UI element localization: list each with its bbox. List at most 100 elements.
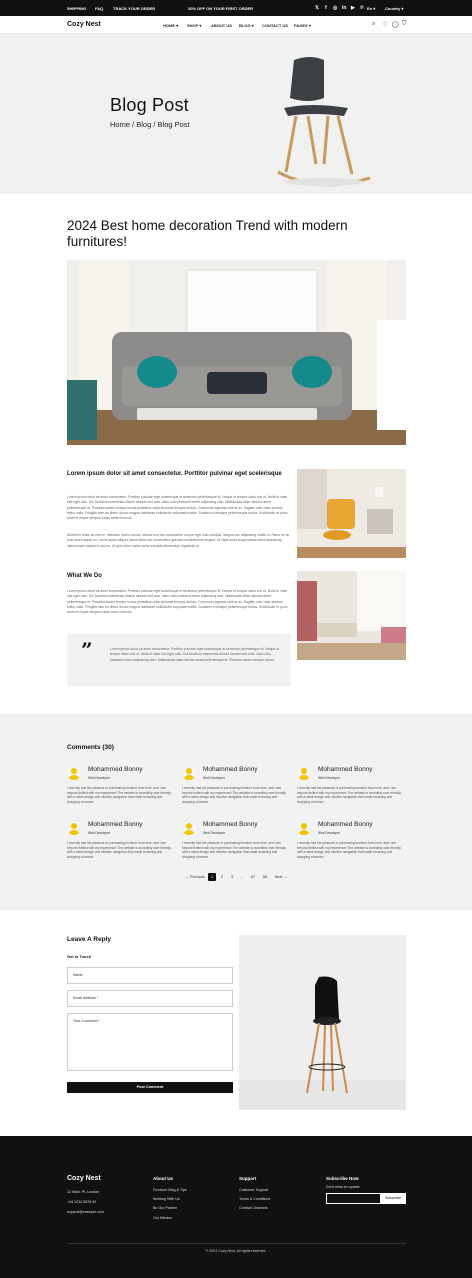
subscribe-button[interactable]: Subscribe xyxy=(380,1193,406,1204)
quote-text: Lorem ipsum dolor sit amet consectetur. … xyxy=(110,647,280,662)
section-subtitle: Lorem ipsum dolor sit amet consectetur. … xyxy=(67,471,282,477)
copyright: © 2024 Cozy Nest. All rights reserved. xyxy=(205,1249,267,1253)
post-comment-button[interactable]: Post Comment xyxy=(67,1082,233,1093)
search-icon[interactable]: ⌕ xyxy=(372,21,375,28)
pinterest-icon[interactable]: ℗ xyxy=(360,5,364,11)
comment-role: Web Developer xyxy=(203,831,225,835)
footer-about-heading: About Us xyxy=(153,1176,173,1181)
comment-text: I recently had the pleasure of purchasin… xyxy=(182,786,287,804)
nav-shop-label: SHOP xyxy=(187,23,199,28)
avatar xyxy=(297,821,311,835)
faq-link[interactable]: FAQ xyxy=(95,6,103,11)
footer-link[interactable]: Customer Support xyxy=(239,1188,268,1192)
page-1-button[interactable]: 1 xyxy=(208,873,216,881)
footer-phone[interactable]: +44 1234 5678 90 xyxy=(67,1200,96,1204)
avatar xyxy=(182,821,196,835)
footer-link[interactable]: Our Mission xyxy=(153,1216,172,1220)
comment-role: Web Developer xyxy=(318,776,340,780)
comments-heading: Comments (30) xyxy=(67,744,114,751)
hero-banner: Blog Post Home / Blog / Blog Post xyxy=(0,34,472,194)
footer-link[interactable]: Contact Channels xyxy=(239,1206,268,1210)
comment-author: Mohammed Bonny xyxy=(318,821,373,828)
comment-text: I recently had the pleasure of purchasin… xyxy=(67,841,172,859)
page-title: Blog Post xyxy=(110,95,189,115)
footer: Cozy Nest 12 Main, Pt, London +44 1234 5… xyxy=(0,1136,472,1278)
instagram-icon[interactable]: ◎ xyxy=(333,5,337,11)
comment-role: Web Developer xyxy=(203,776,225,780)
avatar xyxy=(182,766,196,780)
footer-link[interactable]: Furniture Blog & Tips xyxy=(153,1188,187,1192)
comments-section: Comments (30) xyxy=(0,714,472,910)
comment-role: Web Developer xyxy=(88,776,110,780)
nav-about[interactable]: ABOUT US xyxy=(211,23,232,28)
nav-blog-label: BLOG xyxy=(239,23,251,28)
main-nav: Cozy Nest HOME ▾ SHOP ▾ ABOUT US BLOG ▾ … xyxy=(0,16,472,34)
footer-support-heading: Support xyxy=(239,1176,257,1181)
comment-role: Web Developer xyxy=(88,831,110,835)
page-67-button[interactable]: 67 xyxy=(248,873,258,881)
comment-text: I recently had the pleasure of purchasin… xyxy=(67,786,172,804)
language-label: En xyxy=(367,6,373,11)
language-select[interactable]: En ▾ xyxy=(367,6,375,11)
avatar xyxy=(67,821,81,835)
heart-icon[interactable]: ♡ xyxy=(382,21,387,28)
nav-shop[interactable]: SHOP ▾ xyxy=(187,23,201,28)
name-field[interactable]: Name xyxy=(67,967,233,984)
youtube-icon[interactable]: ▶ xyxy=(351,5,355,11)
footer-divider xyxy=(67,1243,406,1244)
nav-home[interactable]: HOME ▾ xyxy=(163,23,178,28)
comment-field[interactable]: Your Comment * xyxy=(67,1013,233,1071)
what-we-do-heading: What We Do xyxy=(67,573,102,579)
subscribe-text: Don't miss an update xyxy=(326,1185,360,1189)
black-stool-image xyxy=(239,935,406,1110)
armchair-room-image xyxy=(297,469,406,558)
paragraph-1: Lorem ipsum dolor sit amet consectetur. … xyxy=(67,495,288,521)
logo[interactable]: Cozy Nest xyxy=(67,21,101,28)
next-page-button[interactable]: Next → xyxy=(273,873,289,881)
comment-text: I recently had the pleasure of purchasin… xyxy=(182,841,287,859)
country-label: Country xyxy=(385,6,401,11)
footer-link[interactable]: Be Our Partner xyxy=(153,1206,177,1210)
facebook-icon[interactable]: f xyxy=(325,5,327,11)
nav-blog[interactable]: BLOG ▾ xyxy=(239,23,254,28)
linkedin-icon[interactable]: in xyxy=(342,5,346,11)
reply-heading: Leave A Reply xyxy=(67,936,111,943)
track-order-link[interactable]: TRACK YOUR ORDER xyxy=(113,6,155,11)
comment-author: Mohammed Bonny xyxy=(318,766,373,773)
shipping-link[interactable]: SHIPPING xyxy=(67,6,86,11)
footer-link[interactable]: Terms & Conditions xyxy=(239,1197,270,1201)
comment-author: Mohammed Bonny xyxy=(88,766,143,773)
cart-icon[interactable]: ⛉ xyxy=(402,21,407,28)
prev-page-button[interactable]: ← Previous xyxy=(184,873,206,881)
comment-author: Mohammed Bonny xyxy=(203,821,258,828)
paragraph-2: Morbi leo tortor ac nisi mi. Interdum lo… xyxy=(67,533,290,548)
breadcrumb[interactable]: Home / Blog / Blog Post xyxy=(110,120,190,129)
comment-author: Mohammed Bonny xyxy=(88,821,143,828)
reply-subheading: Get In Touch xyxy=(67,954,92,959)
rocking-chair-image xyxy=(277,57,371,187)
comment-text: I recently had the pleasure of purchasin… xyxy=(297,786,402,804)
footer-email[interactable]: support@example.com xyxy=(67,1210,104,1214)
article-title: 2024 Best home decoration Trend with mod… xyxy=(67,218,348,249)
user-icon[interactable]: ◯ xyxy=(392,21,399,28)
nav-pages[interactable]: PAGES ▾ xyxy=(294,23,311,28)
nav-home-label: HOME xyxy=(163,23,175,28)
blockquote: ” Lorem ipsum dolor sit amet consectetur… xyxy=(67,634,291,686)
page-3-button[interactable]: 3 xyxy=(228,873,236,881)
nav-pages-label: PAGES xyxy=(294,23,308,28)
nav-contact[interactable]: CONTACT US xyxy=(262,23,288,28)
country-select[interactable]: Country ▾ xyxy=(385,6,403,11)
avatar xyxy=(297,766,311,780)
paragraph-3: Lorem ipsum dolor sit amet consectetur. … xyxy=(67,589,288,615)
x-icon[interactable]: 𝕏 xyxy=(315,5,319,11)
quote-icon: ” xyxy=(81,638,93,662)
top-bar: SHIPPING FAQ TRACK YOUR ORDER 20% OFF ON… xyxy=(0,0,472,16)
page-2-button[interactable]: 2 xyxy=(218,873,226,881)
footer-subscribe-heading: Subscribe Now xyxy=(326,1176,359,1181)
footer-logo[interactable]: Cozy Nest xyxy=(67,1175,101,1182)
email-field[interactable]: Email Address * xyxy=(67,990,233,1007)
page-68-button[interactable]: 68 xyxy=(260,873,270,881)
footer-link[interactable]: Working With Us xyxy=(153,1197,180,1201)
promo-text: 20% OFF ON YOUR FIRST ORDER xyxy=(188,6,254,11)
dining-room-image xyxy=(297,571,406,660)
